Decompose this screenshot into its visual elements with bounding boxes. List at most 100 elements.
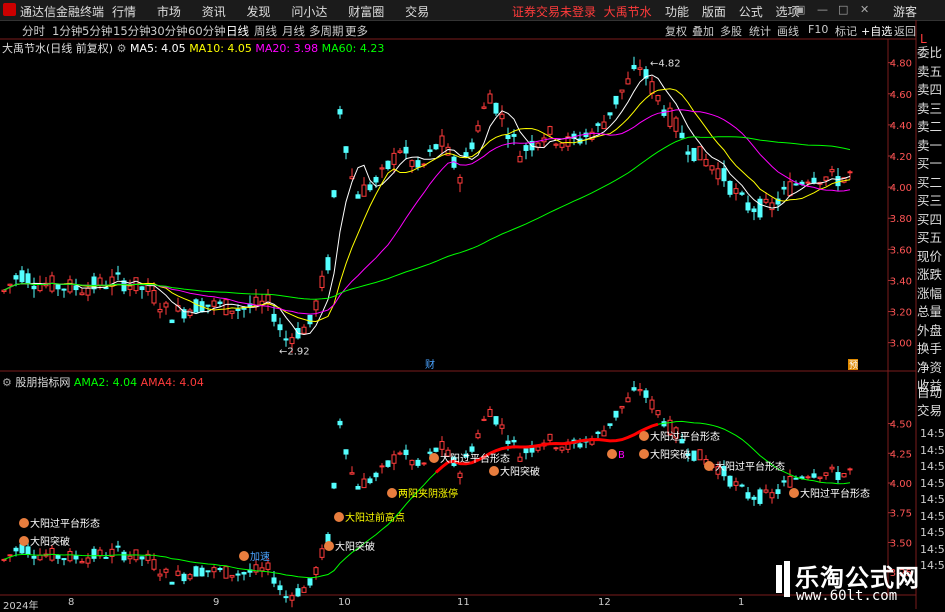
auto-trade-panel[interactable]: 自动 交易 [917,384,945,420]
time-row: 14:56 [920,526,945,539]
high-marker: ←4.82 [650,59,681,70]
side-item: 买三 [917,193,943,208]
ind-candle-body [373,472,379,478]
candle-body [631,64,637,70]
ind-candle-body [727,475,733,487]
ind-axis-label: 4.50 [890,420,912,431]
candle-body [151,290,157,304]
candle-body [127,285,133,290]
x-tick: 8 [68,597,75,608]
candle-body [499,113,505,120]
ind-candle-body [433,447,439,452]
candle-body [211,300,217,307]
ind-candle-body [739,484,745,487]
ind-candle-body [283,596,289,599]
candle-body [655,95,661,102]
kline-chart[interactable]: 4.80 4.60 4.40 4.20 4.00 3.80 3.60 3.40 3.20 3.00… [0,0,945,609]
ind-candle-body [169,581,175,585]
ind-candle-body [73,555,79,560]
signal-dot-icon [704,461,714,471]
candle-body [205,304,211,307]
ind-axis-label: 3.50 [890,538,912,549]
candle-body [823,176,829,181]
side-item: 卖二 [917,119,943,134]
candle-body [91,276,97,290]
candle-body [409,160,415,167]
forecast-marker: 预 [849,360,858,371]
ind-candle-body [103,556,109,559]
signal-dot-icon [789,488,799,498]
trade-label: 交易 [917,403,943,418]
ind-candle-body [847,468,853,471]
ind-candle-body [475,433,481,439]
ind-candle-body [31,555,37,559]
candle-body [61,288,67,291]
candle-body [439,135,445,147]
candle-body [391,152,397,165]
candle-body [229,310,235,314]
ind-candle-body [259,567,265,572]
side-item: 卖一 [917,137,943,153]
watermark-url: www.60lt.com [796,588,898,604]
candle-body [487,93,493,104]
candle-body [415,160,421,168]
ind-candle-body [313,567,319,575]
ind-candle-body [415,459,421,466]
candle-body [553,143,559,146]
ind-candle-body [751,496,757,500]
time-row: 14:56 [920,509,945,523]
candle-body [673,117,679,132]
signal-label: 大阳过平台形态 [715,460,785,473]
price-axis-label: 4.20 [890,152,912,163]
time-row: 14:56 [920,542,945,556]
candle-body [355,194,361,199]
candle-body [367,184,373,191]
candle-body [25,273,31,284]
signal-dot-icon [239,551,249,561]
candle-body [385,160,391,170]
ind-candle-body [157,573,163,577]
ind-candle-body [469,446,475,452]
price-axis-label: 3.80 [890,214,912,225]
candle-body [685,151,691,155]
candle-body [523,145,529,151]
candle-body [139,286,145,291]
candle-body [559,142,565,148]
ind-axis-label: 3.75 [890,509,912,520]
ind-candle-body [361,478,367,489]
candle-body [847,171,853,174]
candle-body [223,299,229,316]
side-item: 净资 [917,359,943,375]
ind-candle-body [205,570,211,573]
ind-axis-label: 4.25 [890,449,912,460]
candle-body [427,149,433,152]
price-axis-label: 3.20 [890,308,912,319]
ind-candle-body [775,489,781,495]
candle-body [781,186,787,190]
candle-body [403,146,409,154]
candle-body [301,326,307,334]
candle-body [67,279,73,293]
candle-body [703,158,709,167]
candle-body [793,183,799,186]
ind-candle-body [823,472,829,476]
candle-body [607,112,613,116]
ind-candle-body [421,462,427,465]
price-axis-label: 3.00 [890,339,912,350]
candle-body [19,270,25,283]
side-item: 总量 [917,304,943,319]
ind-candle-body [409,459,415,466]
side-item: 买一 [917,156,943,171]
time-row: 14:56 [920,493,945,506]
x-tick: 9 [213,597,220,608]
ind-candle-body [79,561,85,564]
side-item: 涨幅 [917,285,943,301]
signal-dot-icon [429,453,439,463]
candle-body [13,275,19,280]
time-row: 14:56 [920,559,945,572]
ind-candle-body [835,472,841,480]
ind-candle-body [349,472,355,475]
ind-candle-body [817,476,823,479]
ind-candle-body [787,476,793,488]
candle-body [397,150,403,153]
